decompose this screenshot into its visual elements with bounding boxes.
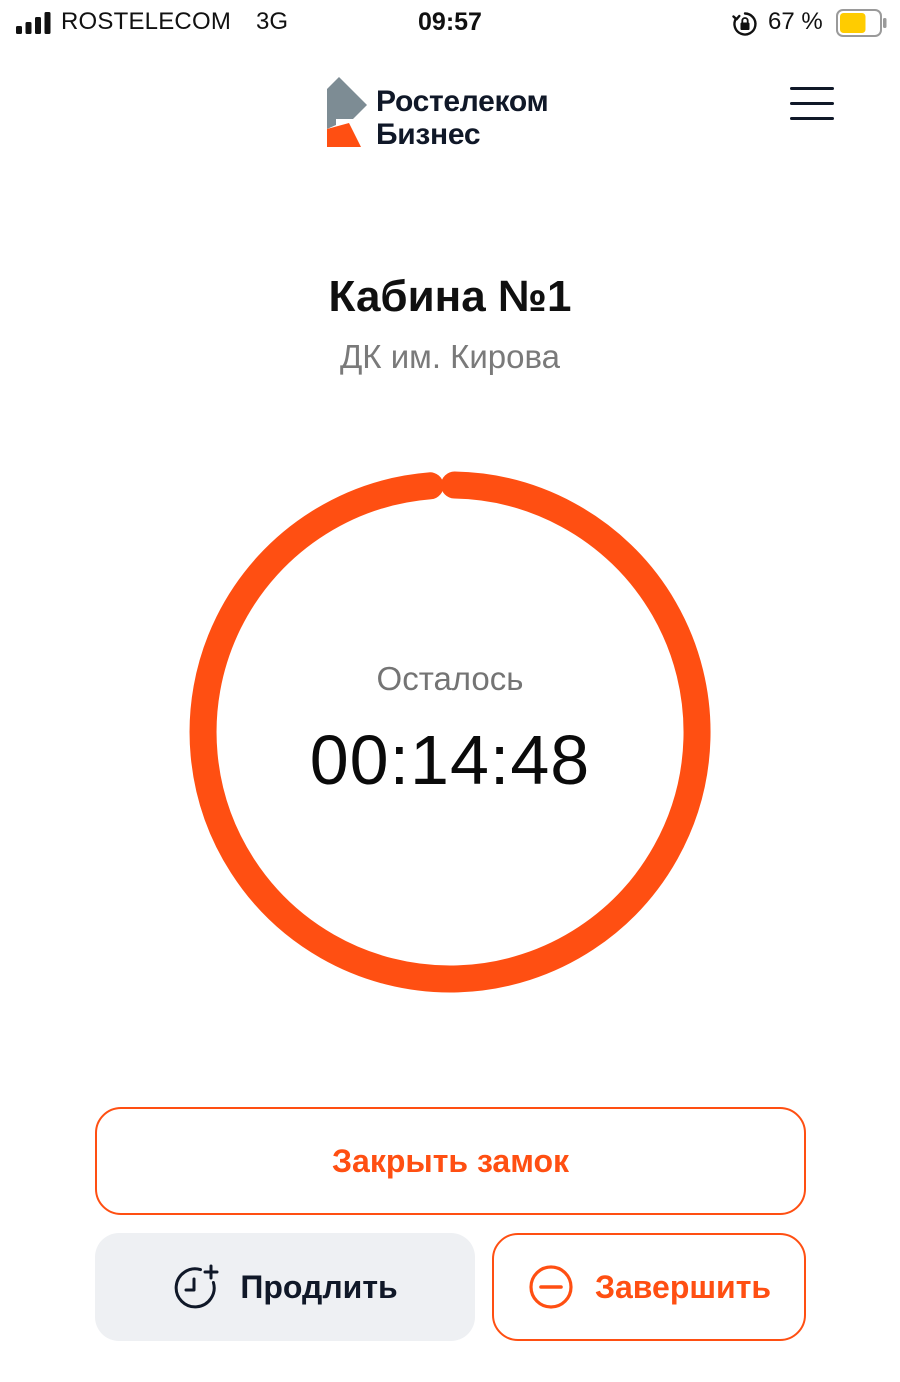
extend-button[interactable]: Продлить — [95, 1233, 475, 1341]
close-lock-button[interactable]: Закрыть замок — [95, 1107, 806, 1215]
rostelecom-business-logo[interactable]: Ростелеком Бизнес — [327, 77, 587, 153]
logo-wordmark: Ростелеком Бизнес — [376, 85, 549, 151]
battery-icon — [836, 9, 887, 37]
rostelecom-logo-mark-icon — [327, 77, 367, 147]
menu-bar-top — [790, 87, 834, 90]
orientation-lock-icon — [732, 12, 757, 36]
minus-circle-icon — [529, 1265, 573, 1309]
extend-button-label: Продлить — [240, 1268, 398, 1305]
status-time: 09:57 — [418, 8, 482, 36]
finish-button[interactable]: Завершить — [492, 1233, 806, 1341]
close-lock-button-label: Закрыть замок — [331, 1142, 570, 1179]
page-title: Кабина №1 — [328, 272, 572, 321]
cabin-location: ДК им. Кирова — [339, 338, 561, 375]
logo-line-2: Бизнес — [376, 118, 481, 151]
menu-bar-middle — [790, 102, 834, 105]
status-bar: ROSTELECOM 3G 09:57 67 % — [0, 0, 900, 46]
finish-button-label: Завершить — [594, 1268, 772, 1305]
timer-countdown: 00:14:48 — [309, 721, 591, 799]
clock-plus-icon — [175, 1264, 219, 1309]
menu-bar-bottom — [790, 117, 834, 120]
battery-percent: 67 % — [768, 8, 823, 35]
logo-line-1: Ростелеком — [376, 85, 549, 118]
timer-label: Осталось — [376, 660, 524, 697]
hamburger-menu-icon[interactable] — [790, 87, 834, 121]
